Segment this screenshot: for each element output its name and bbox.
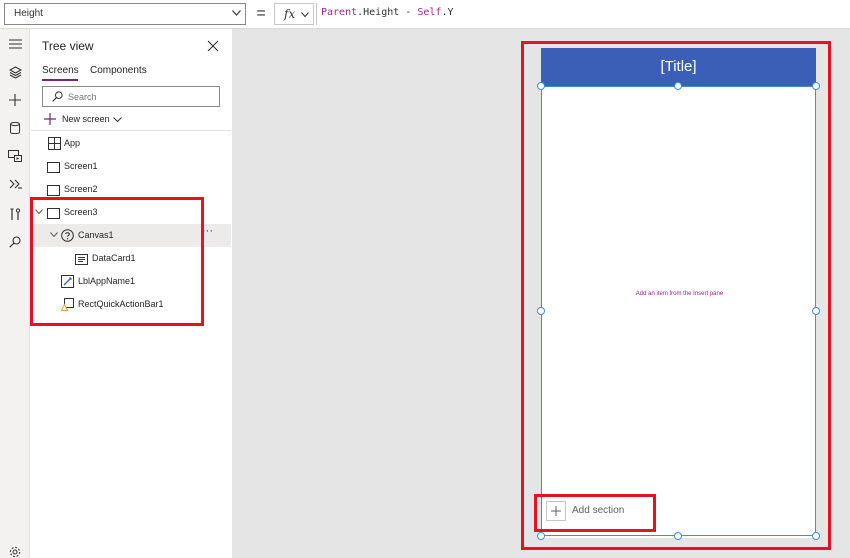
- tree-item-screen3[interactable]: Screen3: [31, 201, 231, 224]
- canvas-area: [Title] Add an item from the Insert pane…: [232, 29, 850, 558]
- add-section-button[interactable]: Add section: [546, 501, 636, 523]
- fx-icon: fx: [284, 7, 296, 21]
- tree-item-label: Canvas1: [78, 230, 114, 240]
- resize-handle[interactable]: [537, 532, 545, 540]
- shape-icon: [61, 298, 74, 311]
- empty-canvas-hint: Add an item from the Insert pane: [635, 291, 724, 297]
- resize-handle[interactable]: [537, 82, 545, 90]
- screen-preview: [Title] Add an item from the Insert pane…: [537, 48, 820, 540]
- tree-item-label: Screen3: [64, 207, 98, 217]
- equals-sign: =: [256, 5, 266, 22]
- search-icon[interactable]: [5, 232, 25, 252]
- formula-token: Self: [417, 7, 442, 18]
- tree-item-label: Screen1: [64, 161, 98, 171]
- formula-token: Parent: [321, 7, 358, 18]
- tree-item-label: DataCard1: [92, 253, 136, 263]
- divider: [31, 130, 231, 131]
- property-value: Height: [14, 8, 43, 19]
- chevron-down-icon[interactable]: [35, 209, 43, 214]
- tree-view-panel: Tree view Screens Components New screen …: [31, 29, 231, 558]
- tree-item-rectquickactionbar1[interactable]: RectQuickActionBar1: [31, 293, 231, 316]
- tree-item-app[interactable]: App: [31, 132, 231, 155]
- property-dropdown[interactable]: Height: [4, 3, 246, 25]
- formula-token: .Height -: [357, 7, 418, 18]
- resize-handle[interactable]: [812, 307, 820, 315]
- more-options-button[interactable]: ···: [202, 225, 213, 237]
- tree-item-lblappname1[interactable]: LblAppName1: [31, 270, 231, 293]
- fx-button[interactable]: fx: [274, 3, 314, 25]
- resize-handle[interactable]: [537, 307, 545, 315]
- tab-screens[interactable]: Screens: [42, 65, 79, 77]
- plus-icon: [44, 113, 56, 125]
- layers-icon[interactable]: [5, 62, 25, 82]
- search-icon: [52, 91, 63, 102]
- plus-icon: [551, 506, 561, 516]
- formula-input[interactable]: Parent.Height - Self.Y: [316, 3, 846, 25]
- add-section-box: [546, 501, 566, 521]
- hamburger-icon[interactable]: [5, 34, 25, 54]
- title-bar[interactable]: [Title]: [541, 48, 816, 86]
- panel-title: Tree view: [42, 39, 94, 53]
- formula-bar: Height = fx Parent.Height - Self.Y: [0, 0, 850, 29]
- screen-icon: [47, 162, 60, 173]
- chevron-down-icon: [301, 12, 309, 17]
- tree-item-datacard1[interactable]: DataCard1: [31, 247, 231, 270]
- new-screen-label: New screen: [62, 114, 110, 124]
- variables-icon[interactable]: [5, 174, 25, 194]
- canvas-help-icon: [61, 229, 74, 242]
- tab-components[interactable]: Components: [90, 65, 147, 77]
- tree-item-screen1[interactable]: Screen1: [31, 155, 231, 178]
- left-rail: [0, 29, 30, 558]
- tree-item-label: RectQuickActionBar1: [78, 299, 164, 309]
- tree-item-canvas1[interactable]: Canvas1: [31, 224, 231, 247]
- chevron-down-icon: [113, 117, 122, 122]
- settings-icon[interactable]: [5, 542, 25, 558]
- tree-item-screen2[interactable]: Screen2: [31, 178, 231, 201]
- active-tab-indicator: [42, 79, 78, 81]
- tree-item-label: Screen2: [64, 184, 98, 194]
- search-input[interactable]: [68, 91, 208, 103]
- search-box[interactable]: [42, 86, 220, 107]
- app-icon: [48, 137, 61, 150]
- database-icon[interactable]: [5, 118, 25, 138]
- datacard-icon: [75, 254, 88, 265]
- screen-icon: [47, 185, 60, 196]
- resize-handle[interactable]: [812, 532, 820, 540]
- plus-icon[interactable]: [5, 90, 25, 110]
- add-section-label: Add section: [572, 505, 625, 516]
- tree-item-label: LblAppName1: [78, 276, 136, 286]
- tools-icon[interactable]: [5, 204, 25, 224]
- close-icon[interactable]: [207, 40, 219, 52]
- resize-handle[interactable]: [674, 532, 682, 540]
- chevron-down-icon: [232, 10, 241, 16]
- formula-token: .Y: [441, 7, 454, 18]
- screen-icon: [47, 208, 60, 219]
- media-icon[interactable]: [5, 146, 25, 166]
- selected-canvas-control[interactable]: Add an item from the Insert pane Add sec…: [541, 86, 816, 536]
- resize-handle[interactable]: [674, 82, 682, 90]
- tree-item-label: App: [64, 138, 81, 148]
- chevron-down-icon[interactable]: [50, 232, 58, 237]
- resize-handle[interactable]: [812, 82, 820, 90]
- label-icon: [61, 275, 74, 288]
